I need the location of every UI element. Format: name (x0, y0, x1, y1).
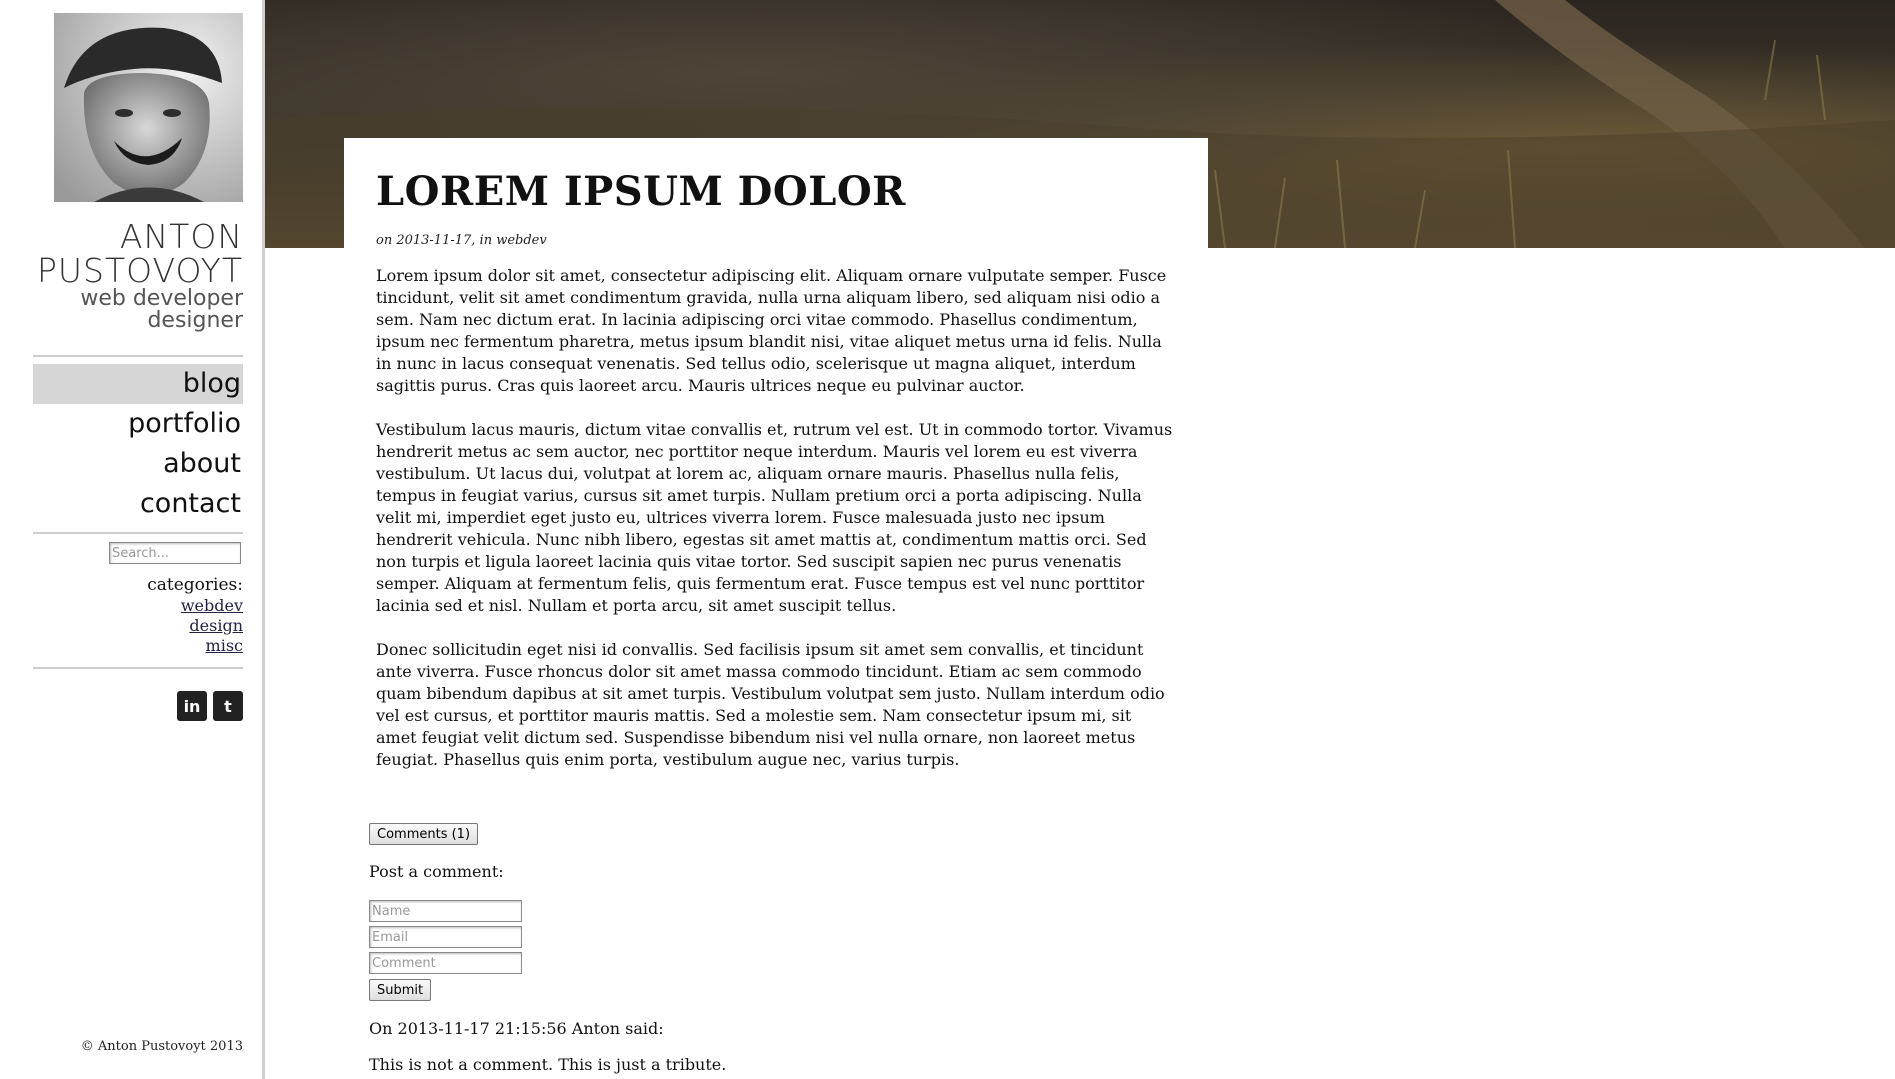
post-title: LOREM IPSUM DOLOR (376, 168, 906, 215)
category-link-design[interactable]: design (147, 616, 243, 636)
avatar (54, 13, 243, 202)
divider (33, 355, 243, 357)
post-paragraph: Lorem ipsum dolor sit amet, consectetur … (376, 266, 1167, 395)
category-link-webdev[interactable]: webdev (147, 596, 243, 616)
post-paragraph: Vestibulum lacus mauris, dictum vitae co… (376, 420, 1173, 615)
twitter-icon[interactable]: t (213, 691, 243, 721)
brand: ANTON PUSTOVOYT web developer designer (37, 220, 243, 332)
comments-toggle-button[interactable]: Comments (1) (369, 823, 479, 845)
categories: categories: webdev design misc (147, 575, 243, 656)
brand-role-developer: web developer (80, 286, 243, 311)
nav-item-blog[interactable]: blog (33, 364, 243, 404)
sidebar: ANTON PUSTOVOYT web developer designer b… (0, 0, 265, 1079)
email-field[interactable] (369, 926, 522, 948)
copyright: © Anton Pustovoyt 2013 (80, 1039, 243, 1054)
categories-label: categories: (147, 575, 243, 595)
name-field[interactable] (369, 900, 522, 922)
comment-header: On 2013-11-17 21:15:56 Anton said: (369, 1019, 664, 1038)
post-meta: on 2013-11-17, in webdev (376, 233, 547, 248)
brand-role-designer: designer (147, 308, 243, 333)
nav-item-about[interactable]: about (33, 444, 243, 484)
social-links: in t (177, 691, 243, 721)
divider (33, 532, 243, 534)
nav-item-portfolio[interactable]: portfolio (33, 404, 243, 444)
divider (33, 667, 243, 669)
nav-item-contact[interactable]: contact (33, 484, 243, 524)
comment-text: This is not a comment. This is just a tr… (369, 1055, 727, 1074)
post-paragraph: Donec sollicitudin eget nisi id convalli… (376, 640, 1165, 769)
brand-name-first: ANTON (119, 217, 243, 256)
submit-button[interactable]: Submit (369, 979, 432, 1001)
post-comment-label: Post a comment: (369, 862, 504, 881)
brand-name-last: PUSTOVOYT (36, 251, 243, 290)
search-input[interactable] (109, 542, 241, 564)
post-body: Lorem ipsum dolor sit amet, consectetur … (376, 265, 1174, 793)
main-nav: blog portfolio about contact (33, 364, 243, 524)
linkedin-icon[interactable]: in (177, 691, 207, 721)
comment-field[interactable] (369, 952, 522, 974)
category-link-misc[interactable]: misc (147, 636, 243, 656)
avatar-portrait (54, 13, 243, 202)
